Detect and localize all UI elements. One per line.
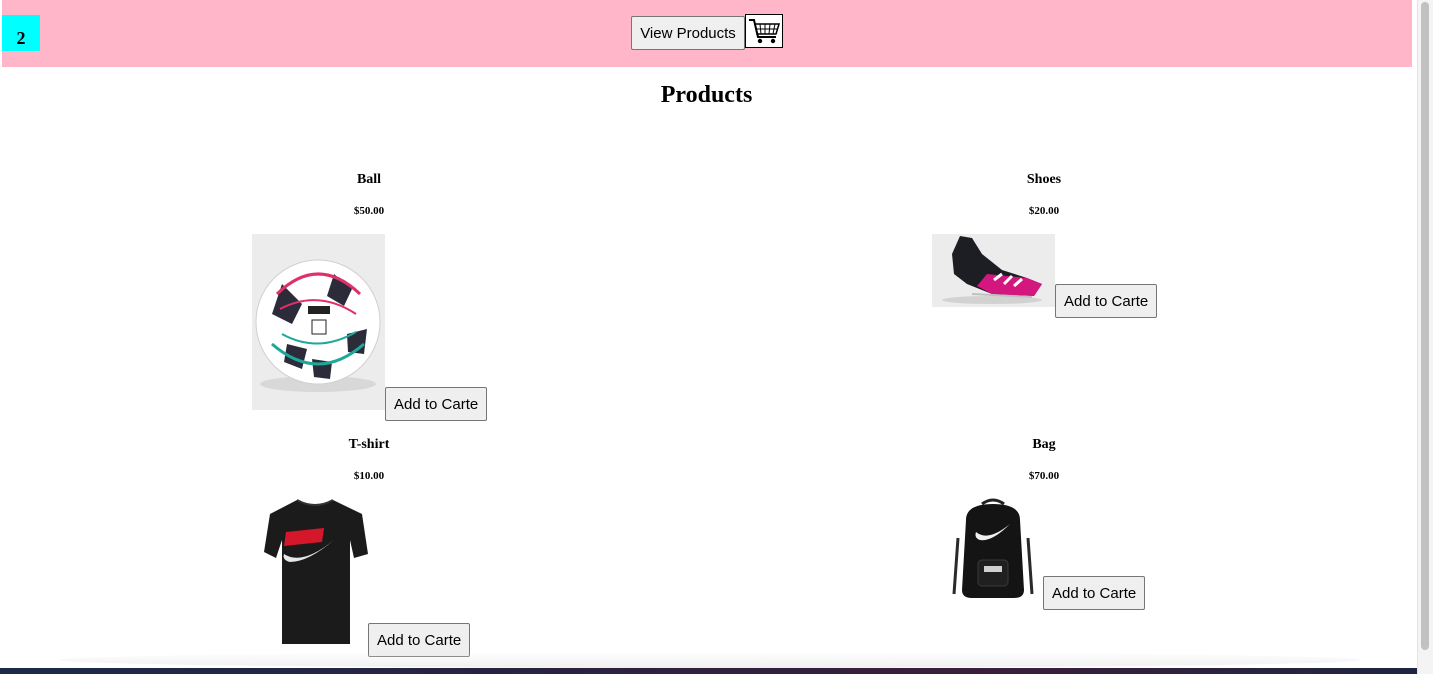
product-name-shoes: Shoes [1026,172,1062,187]
bottom-shadow [60,652,1360,668]
view-products-button[interactable]: View Products [631,16,745,50]
add-to-cart-button-ball[interactable]: Add to Carte [385,387,487,421]
product-name-ball: Ball [356,172,382,187]
soccer-ball-image [252,234,385,410]
product-name-tshirt: T-shirt [348,437,390,452]
product-price-ball: $50.00 [353,205,385,217]
product-price-bag: $70.00 [1028,470,1060,482]
scrollbar-thumb[interactable] [1421,2,1429,650]
product-price-tshirt: $10.00 [353,470,385,482]
football-boot-image [932,234,1055,307]
page-title: Products [660,82,753,108]
cart-count-badge: 2 [2,15,40,51]
tshirt-image [262,496,368,648]
add-to-cart-button-shoes[interactable]: Add to Carte [1055,284,1157,318]
backpack-image [952,498,1034,600]
product-name-bag: Bag [1032,437,1056,452]
shopping-cart-icon[interactable] [745,14,783,48]
add-to-cart-button-bag[interactable]: Add to Carte [1043,576,1145,610]
window-bottom-edge [0,668,1417,674]
product-price-shoes: $20.00 [1028,205,1060,217]
app-window: 2 View Products Products Ball $50.00 Add… [0,0,1433,674]
